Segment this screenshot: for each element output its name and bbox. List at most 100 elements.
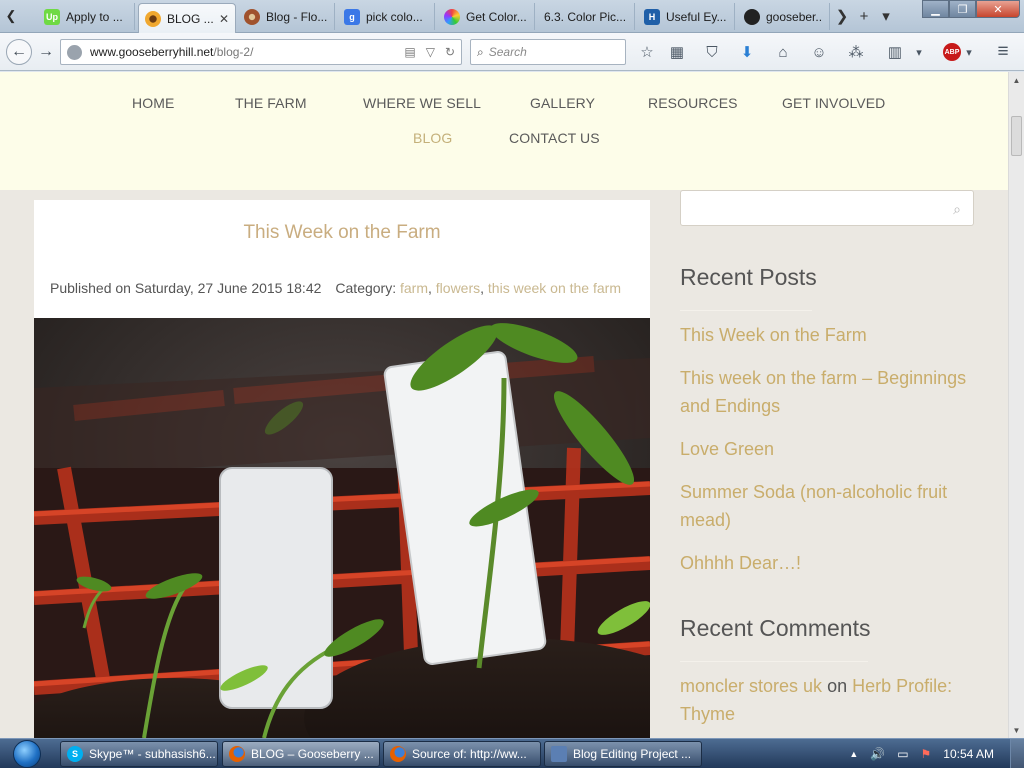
recent-post-link[interactable]: Ohhhh Dear…!	[680, 549, 974, 577]
chevron-right-icon: ❯	[835, 8, 849, 25]
action-center-flag-icon[interactable]: ⚑	[921, 747, 932, 761]
skype-icon: S	[67, 746, 83, 762]
tab-title: Useful Ey...	[666, 9, 727, 24]
tab-close-button[interactable]: ✕	[215, 12, 229, 26]
nav-the-farm[interactable]: THE FARM	[235, 95, 307, 111]
scroll-down-icon[interactable]: ▼	[1009, 722, 1024, 738]
sunflower-icon	[145, 10, 161, 27]
post-featured-image[interactable]	[34, 318, 650, 738]
vertical-scrollbar[interactable]: ▲ ▼	[1008, 72, 1024, 738]
start-button[interactable]	[4, 739, 50, 768]
recent-comments-heading: Recent Comments	[680, 615, 871, 641]
home-icon[interactable]: ⌂	[772, 41, 794, 63]
taskbar-item-label: Skype™ - subhasish6...	[89, 747, 216, 761]
nav-gallery[interactable]: GALLERY	[530, 95, 595, 111]
search-icon: ⌕	[477, 44, 484, 59]
tab-scroll-right-button[interactable]: ❯	[832, 5, 852, 27]
taskbar-item-skype[interactable]: S Skype™ - subhasish6...	[60, 741, 218, 767]
site-header: HOME THE FARM WHERE WE SELL GALLERY RESO…	[0, 72, 1008, 190]
share-icon[interactable]: ⁂	[845, 41, 867, 63]
browser-tab[interactable]: Get Color...	[438, 3, 535, 30]
clipboard-icon[interactable]: ▥	[884, 41, 906, 63]
category-link[interactable]: this week on the farm	[488, 280, 621, 296]
tab-title: 6.3. Color Pic...	[544, 9, 627, 24]
browser-tab[interactable]: 6.3. Color Pic...	[538, 3, 635, 30]
bookmark-star-icon[interactable]: ☆	[636, 41, 658, 63]
chat-icon[interactable]: ☺	[808, 41, 830, 63]
upwork-icon: Up	[44, 8, 60, 25]
tab-list-button[interactable]: ▾	[876, 5, 896, 27]
google-icon: g	[344, 8, 360, 25]
chevron-down-icon[interactable]: ▾	[908, 41, 930, 63]
adblock-menu-icon[interactable]: ▾	[958, 41, 980, 63]
nav-contact-us[interactable]: CONTACT US	[509, 130, 600, 146]
forward-button[interactable]: →	[35, 39, 57, 65]
recent-post-link[interactable]: This Week on the Farm	[680, 321, 974, 349]
volume-icon[interactable]: 🔊	[870, 747, 885, 761]
maximize-button[interactable]: ❐	[949, 0, 976, 18]
tab-scroll-left-button[interactable]: ❮	[2, 4, 20, 28]
document-icon	[551, 746, 567, 762]
blog-post: This Week on the Farm Published on Satur…	[34, 200, 650, 738]
firefox-icon	[390, 746, 406, 762]
download-icon[interactable]: ⬇	[736, 41, 758, 63]
tab-title: BLOG ...	[167, 11, 214, 26]
browser-tab[interactable]: g pick colo...	[338, 3, 435, 30]
clock[interactable]: 10:54 AM	[943, 747, 994, 761]
browser-tab[interactable]: Blog - Flo...	[238, 3, 335, 30]
taskbar-item-document[interactable]: Blog Editing Project ...	[544, 741, 702, 767]
pocket-icon[interactable]: ⛉	[701, 41, 723, 63]
nav-get-involved[interactable]: GET INVOLVED	[782, 95, 885, 111]
reading-list-icon[interactable]: ▦	[666, 41, 688, 63]
browser-tab-active[interactable]: BLOG ... ✕	[138, 3, 236, 33]
hamburger-menu-icon[interactable]: ≡	[992, 41, 1014, 63]
nav-home[interactable]: HOME	[132, 95, 174, 111]
tray-expand-icon[interactable]: ▲	[849, 749, 858, 759]
close-window-button[interactable]: ✕	[976, 0, 1020, 18]
history-dropdown-icon[interactable]: ▽	[426, 45, 435, 59]
github-icon	[744, 8, 760, 25]
url-host: www.gooseberryhill.net	[90, 45, 214, 59]
browser-tab[interactable]: gooseber...	[738, 3, 830, 30]
show-desktop-button[interactable]	[1010, 739, 1024, 768]
recent-post-link[interactable]: Love Green	[680, 435, 974, 463]
search-icon[interactable]: ⌕	[953, 201, 961, 218]
nav-blog[interactable]: BLOG	[413, 130, 452, 146]
reload-icon[interactable]: ↻	[445, 45, 455, 59]
page-content: HOME THE FARM WHERE WE SELL GALLERY RESO…	[0, 72, 1008, 738]
tab-title: Blog - Flo...	[266, 9, 328, 24]
comment-author-link[interactable]: moncler stores uk	[680, 676, 822, 696]
back-button[interactable]: ←	[6, 39, 32, 65]
scroll-up-icon[interactable]: ▲	[1009, 72, 1024, 88]
window-controls: ▁ ❐ ✕	[922, 0, 1020, 18]
browser-tab[interactable]: Up Apply to ...	[38, 3, 135, 30]
search-input[interactable]: ⌕ Search	[470, 39, 626, 65]
network-icon[interactable]: ▭	[897, 747, 908, 761]
arrow-left-icon: ←	[11, 43, 27, 60]
taskbar-item-firefox[interactable]: BLOG – Gooseberry ...	[222, 741, 380, 767]
color-wheel-icon	[444, 8, 460, 25]
category-link[interactable]: farm	[400, 280, 428, 296]
reader-view-icon[interactable]: ▤	[404, 45, 415, 59]
tab-title: pick colo...	[366, 9, 423, 24]
divider	[680, 661, 868, 662]
category-link[interactable]: flowers	[436, 280, 480, 296]
recent-post-link[interactable]: This week on the farm – Beginnings and E…	[680, 364, 974, 420]
browser-tab[interactable]: H Useful Ey...	[638, 3, 735, 30]
minimize-button[interactable]: ▁	[922, 0, 949, 18]
search-placeholder: Search	[488, 45, 527, 59]
recent-posts-heading: Recent Posts	[680, 264, 817, 290]
taskbar-item-label: Source of: http://ww...	[412, 747, 527, 761]
plus-icon: +	[859, 7, 869, 25]
scrollbar-thumb[interactable]	[1011, 116, 1022, 156]
recent-post-link[interactable]: Summer Soda (non-alcoholic fruit mead)	[680, 478, 974, 534]
nav-where-we-sell[interactable]: WHERE WE SELL	[363, 95, 481, 111]
post-title[interactable]: This Week on the Farm	[34, 222, 650, 244]
sidebar-search-input[interactable]: ⌕	[680, 190, 974, 226]
nav-resources[interactable]: RESOURCES	[648, 95, 738, 111]
firefox-icon	[229, 746, 245, 762]
taskbar-item-firefox-source[interactable]: Source of: http://ww...	[383, 741, 541, 767]
windows-taskbar: S Skype™ - subhasish6... BLOG – Gooseber…	[0, 738, 1024, 768]
new-tab-button[interactable]: +	[854, 5, 874, 27]
url-bar[interactable]: www.gooseberryhill.net/blog-2/ ▤ ▽ ↻	[60, 39, 462, 65]
